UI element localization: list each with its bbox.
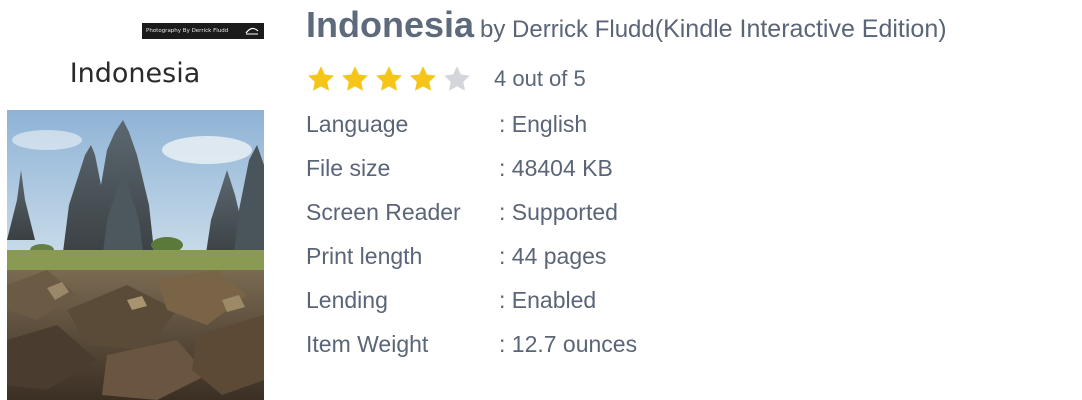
detail-value: : 44 pages	[499, 242, 607, 269]
star-shape	[444, 66, 470, 91]
detail-row-file-size: File size : 48404 KB	[306, 146, 637, 190]
star-empty-icon	[442, 64, 472, 94]
star-icon	[374, 64, 404, 94]
star-shape	[410, 66, 436, 91]
detail-row-language: Language : English	[306, 102, 637, 146]
star-shape	[342, 66, 368, 91]
cover-title: Indonesia	[69, 58, 201, 89]
detail-value: : Enabled	[499, 286, 597, 313]
detail-label: Language	[306, 110, 409, 137]
product-details: Language : English File size : 48404 KB …	[306, 102, 637, 366]
cover-credit-bar: Photography By Derrick Fludd	[142, 23, 264, 39]
detail-value: : 12.7 ounces	[499, 330, 638, 357]
cover-temple-photo	[7, 110, 264, 400]
publisher-logo-icon	[245, 27, 259, 35]
detail-value: : 48404 KB	[499, 154, 613, 181]
title-line: Indonesia by Derrick Fludd(Kindle Interac…	[306, 4, 947, 46]
detail-label: Lending	[306, 286, 388, 313]
book-cover[interactable]: Photography By Derrick Fludd Indonesia	[0, 0, 270, 400]
star-shape	[308, 66, 334, 91]
author-byline[interactable]: by Derrick Fludd	[480, 16, 655, 43]
book-title[interactable]: Indonesia	[306, 4, 474, 45]
detail-label: Screen Reader	[306, 198, 461, 225]
rating-text: 4 out of 5	[494, 66, 586, 91]
detail-row-lending: Lending : Enabled	[306, 278, 637, 322]
star-icon	[340, 64, 370, 94]
detail-value: : English	[499, 110, 588, 137]
detail-row-item-weight: Item Weight : 12.7 ounces	[306, 322, 637, 366]
detail-row-screen-reader: Screen Reader : Supported	[306, 190, 637, 234]
star-icon	[408, 64, 438, 94]
detail-label: Item Weight	[306, 330, 429, 357]
star-icon	[306, 64, 336, 94]
cover-credit-text: Photography By Derrick Fludd	[146, 28, 229, 34]
detail-label: Print length	[306, 242, 423, 269]
edition-label: (Kindle Interactive Edition)	[654, 15, 947, 43]
star-shape	[376, 66, 402, 91]
detail-label: File size	[306, 154, 391, 181]
star-rating: 4 out of 5	[306, 64, 586, 94]
detail-row-print-length: Print length : 44 pages	[306, 234, 637, 278]
detail-value: : Supported	[499, 198, 618, 225]
